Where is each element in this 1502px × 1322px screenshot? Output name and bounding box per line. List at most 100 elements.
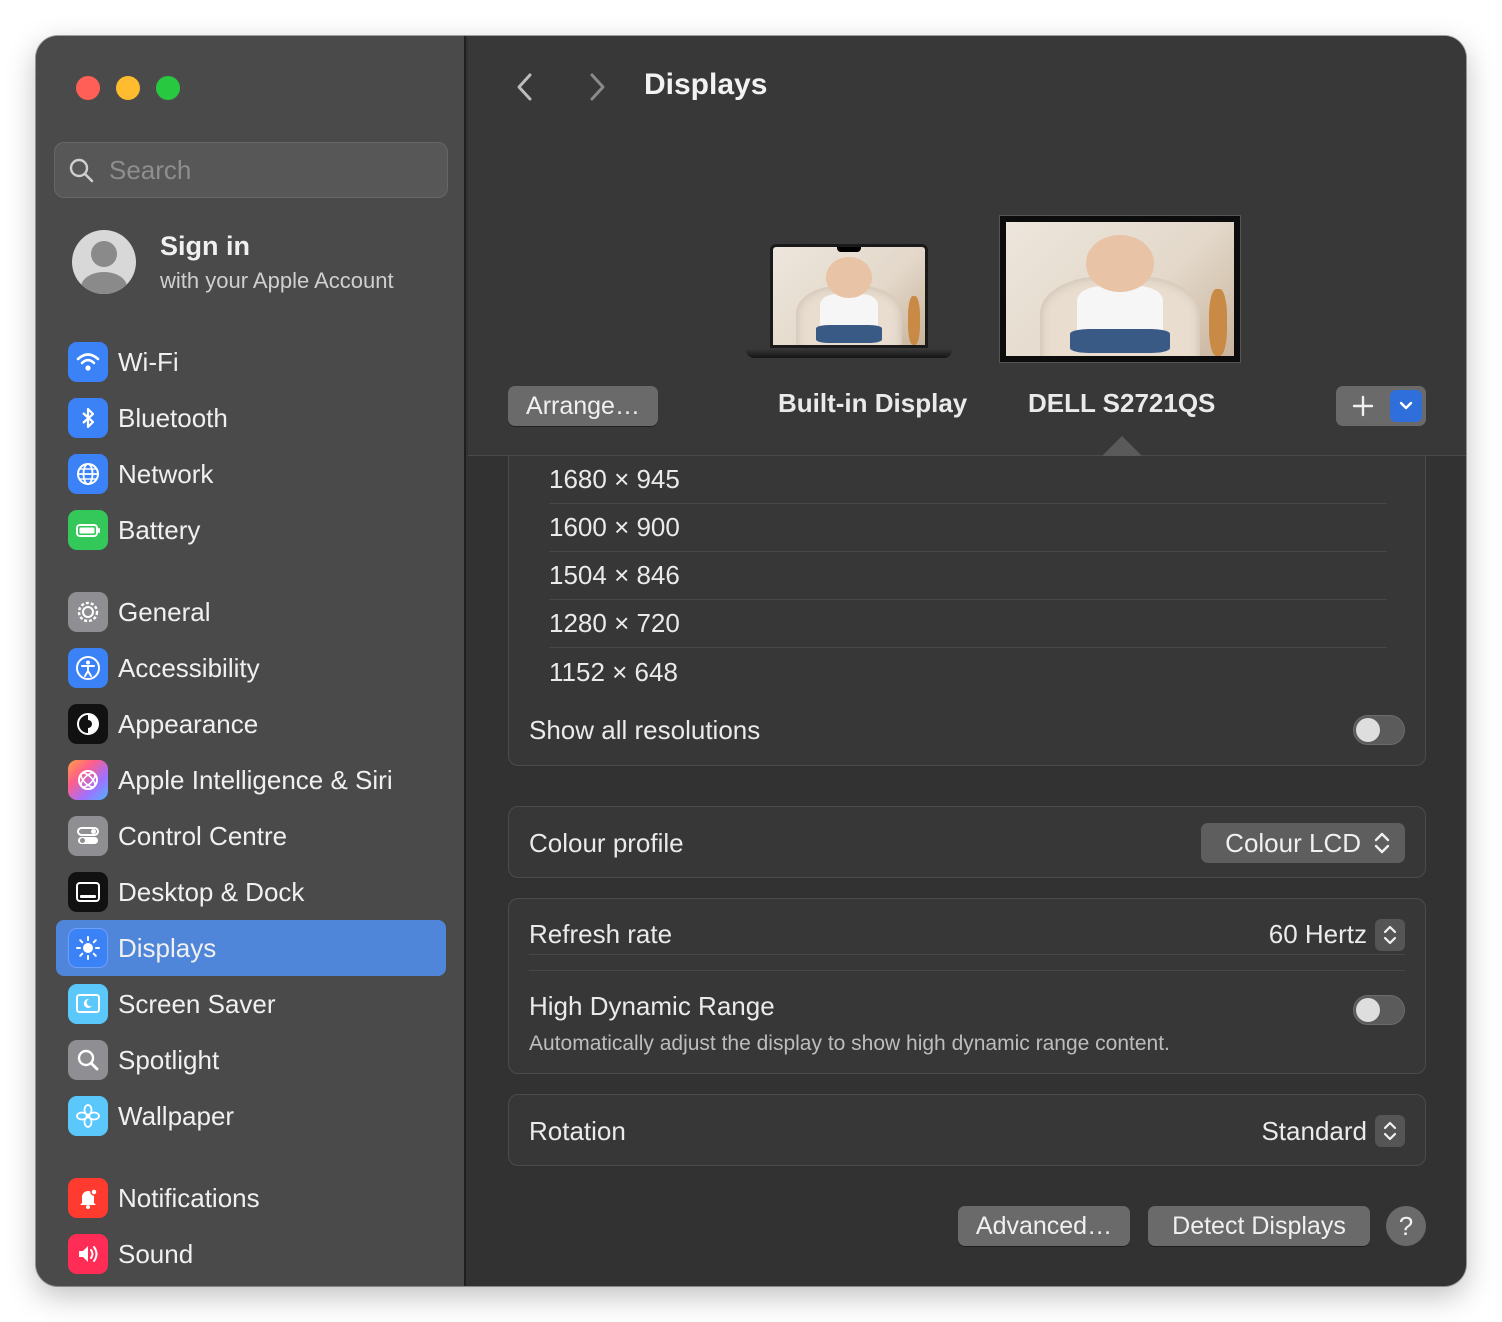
built-in-display-thumbnail[interactable] bbox=[746, 244, 952, 358]
sidebar-item-label: Battery bbox=[118, 514, 201, 545]
battery-icon bbox=[68, 510, 108, 550]
flower-icon bbox=[68, 1096, 108, 1136]
dell-display-thumbnail[interactable] bbox=[1000, 216, 1240, 362]
wifi-icon bbox=[68, 342, 108, 382]
sidebar-item-control-centre[interactable]: Control Centre bbox=[56, 808, 446, 864]
dell-display-label[interactable]: DELL S2721QS bbox=[1028, 388, 1215, 419]
updown-chevron-icon bbox=[1374, 832, 1390, 854]
sun-icon bbox=[68, 928, 108, 968]
hdr-label: High Dynamic Range bbox=[529, 991, 775, 1021]
resolution-option[interactable]: 1680 × 945 bbox=[549, 456, 1387, 504]
resolution-label: 1280 × 720 bbox=[549, 608, 680, 638]
sidebar-item-network[interactable]: Network bbox=[56, 446, 446, 502]
refresh-rate-row: Refresh rate 60 Hertz bbox=[529, 915, 1405, 955]
resolution-option[interactable]: 1504 × 846 bbox=[549, 552, 1387, 600]
search-input[interactable] bbox=[109, 154, 429, 186]
gear-icon bbox=[68, 592, 108, 632]
search-icon bbox=[69, 158, 94, 183]
hdr-toggle[interactable] bbox=[1353, 995, 1405, 1025]
resolution-label: 1680 × 945 bbox=[549, 464, 680, 494]
updown-chevron-icon bbox=[1375, 1115, 1405, 1147]
sidebar-item-label: Apple Intelligence & Siri bbox=[118, 764, 393, 795]
sidebar-item-label: Bluetooth bbox=[118, 402, 228, 433]
sidebar-item-label: Wallpaper bbox=[118, 1100, 235, 1131]
detect-displays-button[interactable]: Detect Displays bbox=[1148, 1206, 1370, 1246]
sidebar-item-notifications[interactable]: Notifications bbox=[56, 1170, 446, 1226]
sidebar-item-sound[interactable]: Sound bbox=[56, 1226, 446, 1282]
built-in-display-label[interactable]: Built-in Display bbox=[778, 388, 967, 419]
resolution-label: 1152 × 648 bbox=[549, 656, 678, 687]
show-all-resolutions-toggle[interactable] bbox=[1353, 715, 1405, 745]
refresh-rate-popup[interactable]: 60 Hertz bbox=[1268, 918, 1405, 951]
sidebar-item-label: Network bbox=[118, 458, 214, 489]
colour-profile-label: Colour profile bbox=[529, 827, 684, 858]
display-arrangement-area: Displays Arrange… Built-in Display DELL … bbox=[468, 36, 1466, 456]
sidebar-item-bluetooth[interactable]: Bluetooth bbox=[56, 390, 446, 446]
resolution-option[interactable]: 1280 × 720 bbox=[549, 600, 1387, 648]
sidebar-item-battery[interactable]: Battery bbox=[56, 502, 446, 558]
sidebar-item-spotlight[interactable]: Spotlight bbox=[56, 1032, 446, 1088]
account-subtitle: with your Apple Account bbox=[160, 267, 394, 293]
wallpaper-photo bbox=[773, 247, 925, 345]
sidebar-item-label: Notifications bbox=[118, 1182, 260, 1213]
sidebar-item-label: Wi-Fi bbox=[118, 346, 179, 377]
sidebar-item-appearance[interactable]: Appearance bbox=[56, 696, 446, 752]
advanced-button[interactable]: Advanced… bbox=[958, 1206, 1130, 1246]
sidebar-item-accessibility[interactable]: Accessibility bbox=[56, 640, 446, 696]
rotation-card: Rotation Standard bbox=[508, 1094, 1426, 1166]
back-chevron-icon[interactable] bbox=[510, 70, 540, 104]
appearance-icon bbox=[68, 704, 108, 744]
zoom-window-button[interactable] bbox=[156, 76, 180, 100]
colour-profile-popup[interactable]: Colour LCD bbox=[1201, 823, 1405, 863]
search-field[interactable] bbox=[54, 142, 448, 198]
dock-icon bbox=[68, 872, 108, 912]
sidebar-item-wifi[interactable]: Wi-Fi bbox=[56, 334, 446, 390]
accessibility-icon bbox=[68, 648, 108, 688]
sidebar-item-label: General bbox=[118, 596, 211, 627]
resolution-label: 1504 × 846 bbox=[549, 560, 680, 590]
apple-account-sign-in[interactable]: Sign in with your Apple Account bbox=[72, 230, 394, 294]
add-display-button[interactable] bbox=[1336, 386, 1426, 426]
sidebar-item-displays[interactable]: Displays bbox=[56, 920, 446, 976]
sidebar-item-wallpaper[interactable]: Wallpaper bbox=[56, 1088, 446, 1144]
chevron-down-icon[interactable] bbox=[1390, 390, 1422, 422]
bell-icon bbox=[68, 1178, 108, 1218]
siri-icon bbox=[68, 760, 108, 800]
screen-saver-icon bbox=[68, 984, 108, 1024]
sidebar-item-screen-saver[interactable]: Screen Saver bbox=[56, 976, 446, 1032]
sidebar-item-label: Sound bbox=[118, 1238, 194, 1269]
sidebar-item-label: Spotlight bbox=[118, 1044, 220, 1075]
forward-chevron-icon[interactable] bbox=[582, 70, 612, 104]
sidebar-item-desktop-dock[interactable]: Desktop & Dock bbox=[56, 864, 446, 920]
rotation-value: Standard bbox=[1261, 1115, 1367, 1146]
rotation-popup[interactable]: Standard bbox=[1261, 1115, 1405, 1147]
main-content: Displays Arrange… Built-in Display DELL … bbox=[468, 36, 1466, 1286]
close-window-button[interactable] bbox=[76, 76, 100, 100]
arrange-button[interactable]: Arrange… bbox=[508, 386, 658, 426]
account-title: Sign in bbox=[160, 230, 250, 261]
sidebar: Sign in with your Apple Account Wi-Fi Bl… bbox=[36, 36, 466, 1286]
page-title: Displays bbox=[644, 68, 768, 101]
sidebar-item-label: Displays bbox=[118, 932, 217, 963]
wallpaper-photo bbox=[1006, 222, 1234, 356]
hdr-row: High Dynamic Range Automatically adjust … bbox=[529, 991, 1405, 1056]
minimize-window-button[interactable] bbox=[116, 76, 140, 100]
resolution-option[interactable]: 1152 × 648 bbox=[549, 648, 1387, 696]
refresh-rate-value: 60 Hertz bbox=[1268, 919, 1367, 949]
help-button[interactable]: ? bbox=[1386, 1206, 1426, 1246]
sidebar-item-label: Screen Saver bbox=[118, 988, 276, 1019]
resolution-list: 1680 × 945 1600 × 900 1504 × 846 1280 × … bbox=[508, 456, 1426, 766]
selection-pointer bbox=[1102, 436, 1142, 456]
resolution-label: 1600 × 900 bbox=[549, 512, 680, 542]
sidebar-item-label: Desktop & Dock bbox=[118, 876, 305, 907]
system-settings-window: Sign in with your Apple Account Wi-Fi Bl… bbox=[36, 36, 1466, 1286]
speaker-icon bbox=[68, 1234, 108, 1274]
hdr-description: Automatically adjust the display to show… bbox=[529, 1032, 1170, 1055]
sidebar-item-label: Control Centre bbox=[118, 820, 288, 851]
control-centre-icon bbox=[68, 816, 108, 856]
show-all-resolutions-row: Show all resolutions bbox=[529, 706, 1405, 754]
plus-icon[interactable] bbox=[1336, 386, 1390, 426]
sidebar-item-general[interactable]: General bbox=[56, 584, 446, 640]
resolution-option[interactable]: 1600 × 900 bbox=[549, 504, 1387, 552]
sidebar-item-apple-intelligence-siri[interactable]: Apple Intelligence & Siri bbox=[56, 752, 446, 808]
